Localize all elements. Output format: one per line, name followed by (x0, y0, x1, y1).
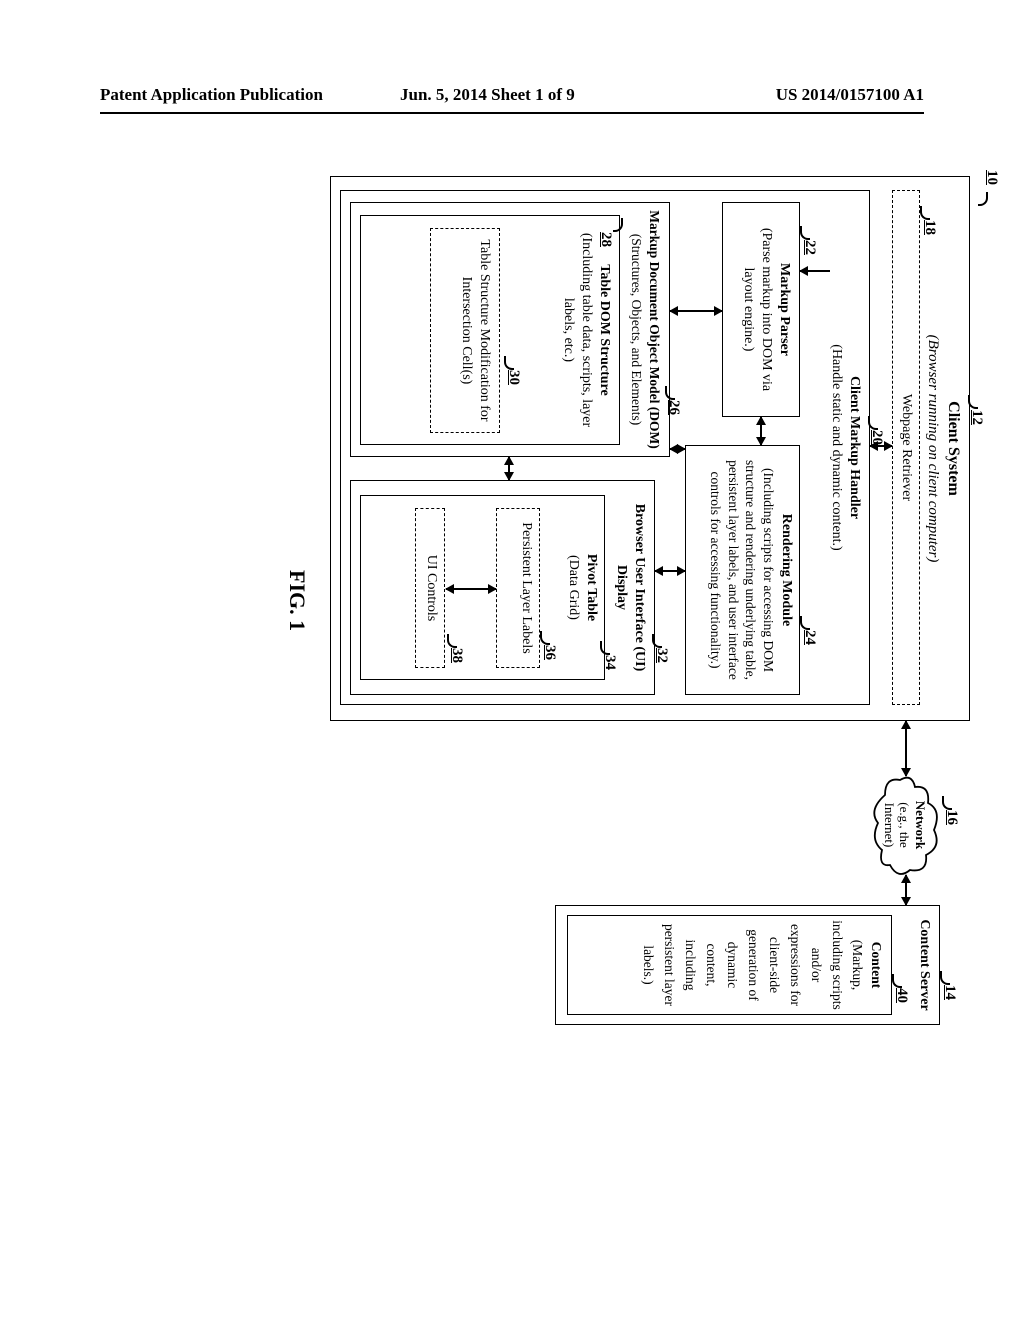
arrow-icon (670, 448, 685, 450)
arrow-icon (446, 588, 496, 590)
pivot-sub: (Data Grid) (564, 500, 582, 675)
content-server-title: Content Server (915, 910, 933, 1020)
table-mod-box: Table Structure Modification for Interse… (430, 228, 500, 433)
ref-10: 10 (983, 170, 1000, 185)
webpage-retriever-text: Webpage Retriever (899, 394, 914, 501)
markup-parser-box: Markup Parser (Parse markup into DOM via… (722, 202, 800, 417)
network-sub: (e.g., the Internet) (882, 802, 913, 847)
ref-30: 30 (505, 370, 522, 385)
ref-38: 38 (448, 648, 465, 663)
content-box: Content (Markup, including scripts and/o… (567, 915, 892, 1015)
arrow-icon (905, 875, 907, 905)
ref-22: 22 (801, 240, 818, 255)
arrow-icon (760, 417, 762, 445)
markup-parser-title: Markup Parser (775, 209, 793, 410)
ref-12: 12 (968, 410, 985, 425)
figure-rotated-container: 10 Client System (Browser running on cli… (60, 250, 920, 950)
header-rule (100, 112, 924, 114)
ui-controls-text: UI Controls (422, 513, 440, 663)
content-title: Content (867, 920, 885, 1010)
arrow-icon (670, 310, 722, 312)
dom-sub: (Structures, Objects, and Elements) (628, 209, 646, 450)
ref-hook-icon (942, 796, 952, 810)
ref-36: 36 (541, 645, 558, 660)
persistent-layer-box: Persistent Layer Labels (496, 508, 540, 668)
rendering-module-title: Rendering Module (777, 452, 795, 688)
rendering-module-box: Rendering Module (Including scripts for … (685, 445, 800, 695)
client-markup-handler-title: Client Markup Handler (845, 199, 863, 696)
network-cloud-text: Network (e.g., the Internet) (881, 781, 928, 869)
network-cloud: Network (e.g., the Internet) (870, 775, 940, 875)
ref-14: 14 (941, 985, 958, 1000)
pivot-title: Pivot Table (582, 500, 600, 675)
table-dom-sub: (Including table data, scripts, layer la… (558, 222, 594, 438)
figure-caption: FIG. 1 (284, 570, 310, 631)
browser-ui-title: Browser User Interface (UI) Display (613, 487, 648, 688)
ref-16: 16 (943, 810, 960, 825)
network-title: Network (913, 801, 928, 849)
ref-34: 34 (601, 655, 618, 670)
figure-1: 10 Client System (Browser running on cli… (300, 170, 1000, 1030)
dom-title: Markup Document Object Model (DOM) (645, 209, 663, 450)
rendering-module-sub: (Including scripts for accessing DOM str… (707, 452, 777, 688)
header-middle: Jun. 5, 2014 Sheet 1 of 9 (400, 85, 575, 105)
client-system-sub: (Browser running on client computer) (923, 185, 943, 712)
ref-hook-icon (940, 971, 950, 985)
ref-hook-icon (978, 192, 988, 206)
ref-18: 18 (921, 220, 938, 235)
ref-28: 28 (597, 232, 614, 247)
markup-parser-sub: (Parse markup into DOM via layout engine… (738, 209, 774, 410)
client-system-title: Client System (942, 185, 963, 712)
arrow-icon (655, 570, 685, 572)
header-left: Patent Application Publication (100, 85, 323, 105)
patent-page: Patent Application Publication Jun. 5, 2… (0, 0, 1024, 1320)
arrow-icon (905, 721, 907, 776)
ref-32: 32 (653, 648, 670, 663)
webpage-retriever-box: Webpage Retriever (892, 190, 920, 705)
header-right: US 2014/0157100 A1 (776, 85, 924, 105)
ref-20: 20 (868, 430, 885, 445)
ref-40: 40 (893, 988, 910, 1003)
arrow-icon (870, 445, 892, 447)
table-dom-title: Table DOM Structure (595, 222, 613, 438)
ref-24: 24 (801, 630, 818, 645)
client-markup-handler-sub: (Handle static and dynamic content.) (827, 199, 845, 696)
arrow-icon (800, 270, 830, 272)
ui-controls-box: UI Controls (415, 508, 445, 668)
content-body: (Markup, including scripts and/or expres… (637, 920, 867, 1010)
ref-26: 26 (665, 400, 682, 415)
arrow-icon (508, 457, 510, 480)
persistent-layer-text: Persistent Layer Labels (517, 513, 535, 663)
table-mod-text: Table Structure Modification for Interse… (457, 235, 493, 426)
